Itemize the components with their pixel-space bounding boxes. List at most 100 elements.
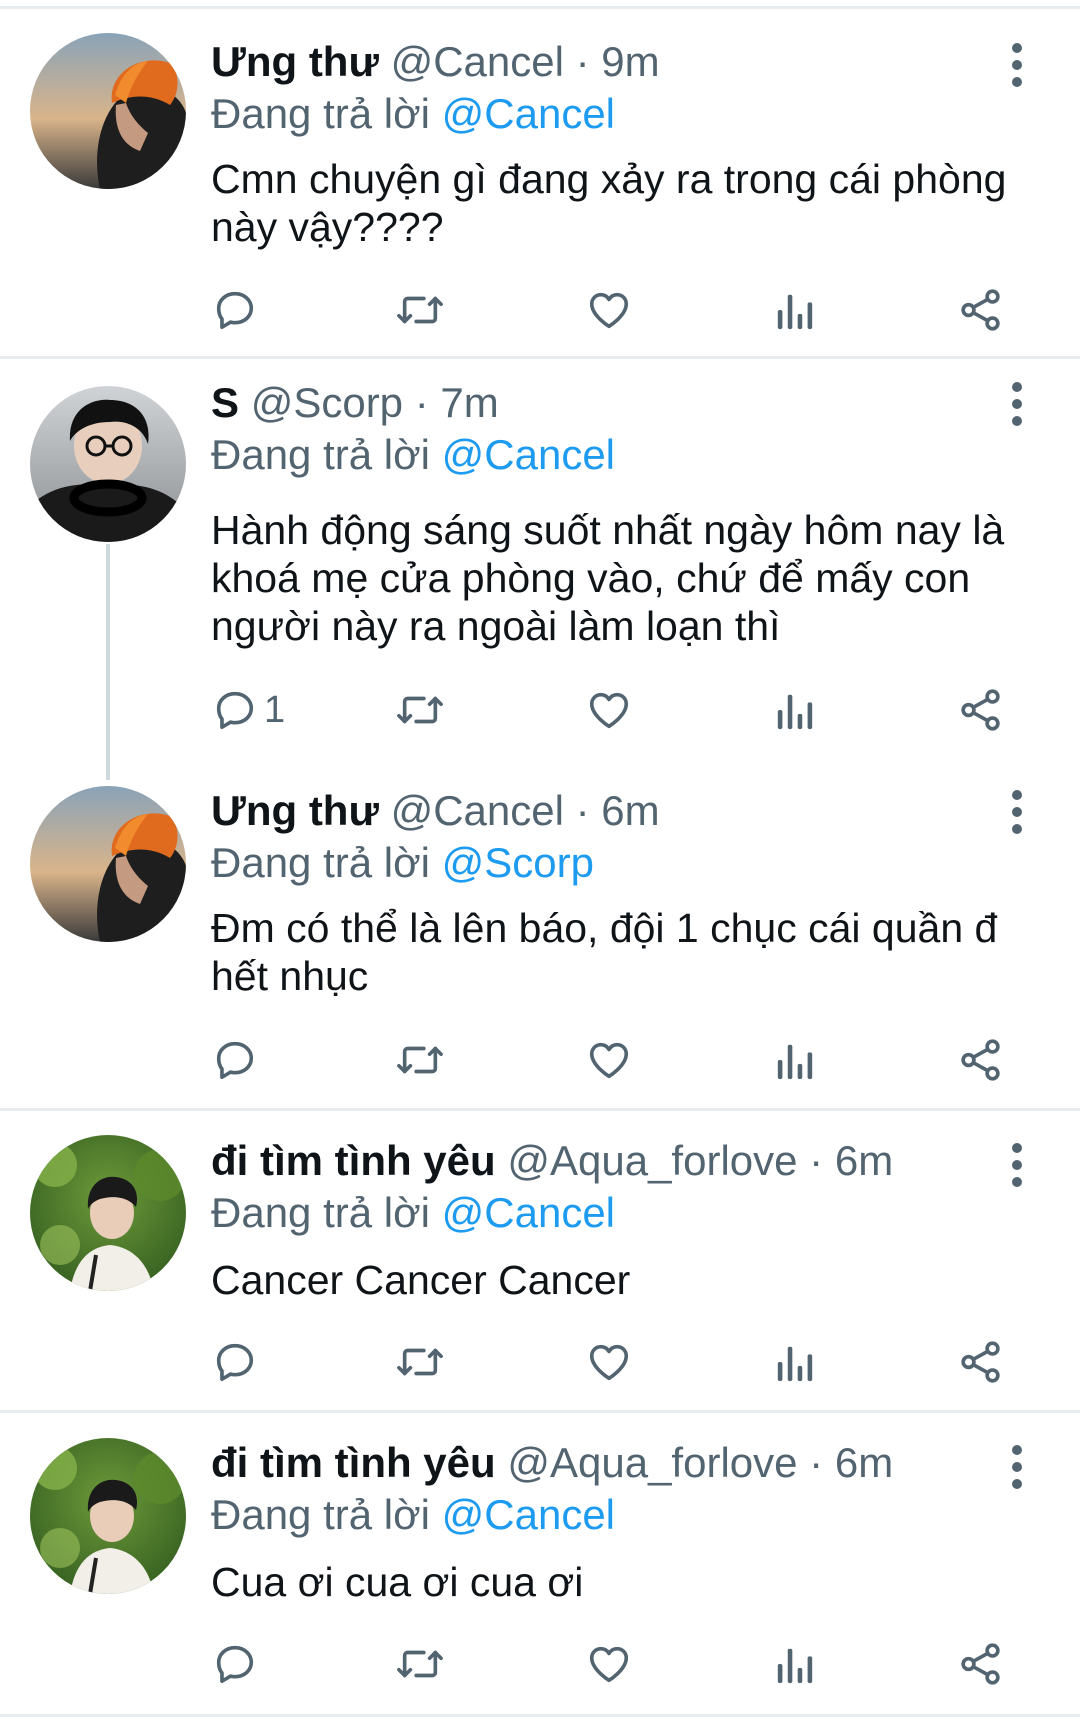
reply-button[interactable]: 1: [212, 680, 285, 740]
display-name[interactable]: đi tìm tình yêu: [211, 1439, 496, 1486]
avatar[interactable]: [30, 386, 186, 542]
like-button[interactable]: [586, 1634, 632, 1694]
action-bar: [0, 280, 1080, 340]
reply-button[interactable]: [212, 1030, 264, 1090]
user-handle[interactable]: @Scorp: [251, 379, 403, 426]
analytics-icon: [774, 1641, 816, 1687]
timestamp[interactable]: 6m: [601, 787, 659, 834]
retweet-icon: [395, 1037, 445, 1083]
retweet-button[interactable]: [395, 280, 445, 340]
timestamp[interactable]: 6m: [835, 1137, 893, 1184]
mention-link[interactable]: @Scorp: [442, 839, 594, 886]
retweet-button[interactable]: [395, 680, 445, 740]
analytics-button[interactable]: [774, 1634, 816, 1694]
tweet[interactable]: đi tìm tình yêu @Aqua_forlove · 6m Đang …: [0, 1110, 1080, 1410]
action-bar: [0, 1332, 1080, 1392]
more-options-icon[interactable]: [1006, 789, 1028, 835]
replying-label: Đang trả lời: [211, 90, 430, 137]
avatar[interactable]: [30, 786, 186, 942]
tweet[interactable]: đi tìm tình yêu @Aqua_forlove · 6m Đang …: [0, 1412, 1080, 1716]
replying-to: Đang trả lời @Cancel: [211, 1188, 615, 1238]
avatar[interactable]: [30, 1438, 186, 1594]
share-icon: [958, 1641, 1004, 1687]
retweet-button[interactable]: [395, 1634, 445, 1694]
display-name[interactable]: Ưng thư: [211, 787, 379, 834]
retweet-button[interactable]: [395, 1030, 445, 1090]
reply-button[interactable]: [212, 1332, 264, 1392]
like-icon: [586, 287, 632, 333]
analytics-icon: [774, 1339, 816, 1385]
reply-button[interactable]: [212, 1634, 264, 1694]
display-name[interactable]: đi tìm tình yêu: [211, 1137, 496, 1184]
reply-icon: [212, 1339, 258, 1385]
like-icon: [586, 687, 632, 733]
replying-label: Đang trả lời: [211, 431, 430, 478]
reply-icon: [212, 1037, 258, 1083]
share-button[interactable]: [958, 1332, 1004, 1392]
replying-to: Đang trả lời @Cancel: [211, 430, 615, 480]
tweet-text: Đm có thể là lên báo, đội 1 chục cái quầ…: [211, 905, 998, 999]
reply-icon: [212, 1641, 258, 1687]
analytics-button[interactable]: [774, 1332, 816, 1392]
analytics-button[interactable]: [774, 680, 816, 740]
more-options-icon[interactable]: [1006, 1444, 1028, 1490]
reply-count: 1: [264, 688, 286, 731]
mention-link[interactable]: @Cancel: [442, 90, 615, 137]
more-options-icon[interactable]: [1006, 381, 1028, 427]
display-name[interactable]: S: [211, 379, 239, 426]
like-button[interactable]: [586, 280, 632, 340]
more-options-icon[interactable]: [1006, 42, 1028, 88]
avatar[interactable]: [30, 33, 186, 189]
mention-link[interactable]: @Cancel: [442, 1491, 615, 1538]
timestamp[interactable]: 7m: [440, 379, 498, 426]
mention-link[interactable]: @Cancel: [442, 431, 615, 478]
analytics-button[interactable]: [774, 1030, 816, 1090]
reply-icon: [212, 287, 258, 333]
share-button[interactable]: [958, 1634, 1004, 1694]
retweet-icon: [395, 1641, 445, 1687]
separator-dot: ·: [809, 1439, 824, 1486]
share-icon: [958, 287, 1004, 333]
tweet[interactable]: S @Scorp · 7m Đang trả lời @Cancel Hành …: [0, 358, 1080, 780]
timestamp[interactable]: 9m: [601, 38, 659, 85]
reply-icon: [212, 687, 258, 733]
analytics-icon: [774, 287, 816, 333]
share-icon: [958, 1339, 1004, 1385]
mention-link[interactable]: @Cancel: [442, 1189, 615, 1236]
user-handle[interactable]: @Cancel: [391, 38, 564, 85]
replying-label: Đang trả lời: [211, 839, 430, 886]
replying-to: Đang trả lời @Cancel: [211, 89, 615, 139]
like-button[interactable]: [586, 1332, 632, 1392]
like-button[interactable]: [586, 680, 632, 740]
retweet-icon: [395, 1339, 445, 1385]
user-handle[interactable]: @Aqua_forlove: [507, 1439, 797, 1486]
share-icon: [958, 1037, 1004, 1083]
replying-to: Đang trả lời @Cancel: [211, 1490, 615, 1540]
share-icon: [958, 687, 1004, 733]
display-name[interactable]: Ưng thư: [211, 38, 379, 85]
like-icon: [586, 1037, 632, 1083]
bottom-divider: [0, 1714, 1080, 1717]
action-bar: [0, 1030, 1080, 1090]
action-bar: 1: [0, 680, 1080, 740]
analytics-icon: [774, 1037, 816, 1083]
retweet-button[interactable]: [395, 1332, 445, 1392]
share-button[interactable]: [958, 680, 1004, 740]
more-options-icon[interactable]: [1006, 1142, 1028, 1188]
share-button[interactable]: [958, 1030, 1004, 1090]
avatar[interactable]: [30, 1135, 186, 1291]
replying-label: Đang trả lời: [211, 1491, 430, 1538]
analytics-button[interactable]: [774, 280, 816, 340]
timestamp[interactable]: 6m: [835, 1439, 893, 1486]
like-button[interactable]: [586, 1030, 632, 1090]
retweet-icon: [395, 687, 445, 733]
reply-button[interactable]: [212, 280, 264, 340]
user-handle[interactable]: @Aqua_forlove: [507, 1137, 797, 1184]
user-handle[interactable]: @Cancel: [391, 787, 564, 834]
tweet[interactable]: Ưng thư @Cancel · 9m Đang trả lời @Cance…: [0, 0, 1080, 358]
replying-to: Đang trả lời @Scorp: [211, 838, 594, 888]
tweet[interactable]: Ưng thư @Cancel · 6m Đang trả lời @Scorp…: [0, 778, 1080, 1108]
separator-dot: ·: [575, 38, 590, 85]
analytics-icon: [774, 687, 816, 733]
share-button[interactable]: [958, 280, 1004, 340]
